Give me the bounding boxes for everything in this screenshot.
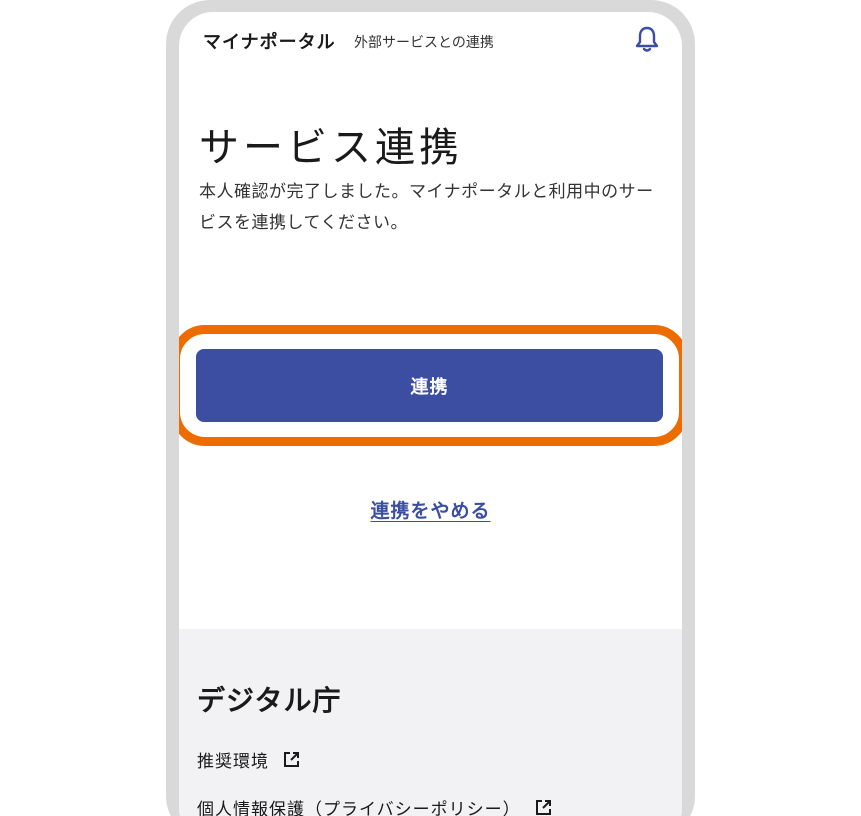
page-title: サービス連携 <box>199 125 463 171</box>
page-description: 本人確認が完了しました。マイナポータルと利用中のサービスを連携してください。 <box>199 182 654 233</box>
footer-link-label[interactable]: 個人情報保護（プライバシーポリシー） <box>197 795 521 816</box>
app-header: マイナポータル 外部サービスとの連携 <box>179 12 682 68</box>
footer-title: デジタル庁 <box>197 684 342 717</box>
phone-screen: マイナポータル 外部サービスとの連携 サービス連携 本人確認が完了しました。マイ… <box>179 12 682 816</box>
footer-link-recommended-environment[interactable]: 推奨環境 <box>197 747 300 772</box>
external-link-icon <box>535 800 551 815</box>
app-title[interactable]: マイナポータル <box>203 28 336 54</box>
external-link-icon <box>284 752 299 767</box>
cancel-link-container: 連携をやめる <box>179 496 682 523</box>
footer-link-privacy-policy[interactable]: 個人情報保護（プライバシーポリシー） <box>197 795 552 816</box>
footer-link-label[interactable]: 推奨環境 <box>197 747 269 772</box>
link-button[interactable]: 連携 <box>196 349 663 422</box>
bell-icon[interactable] <box>634 25 660 53</box>
app-subtitle: 外部サービスとの連携 <box>354 35 494 51</box>
cancel-link[interactable]: 連携をやめる <box>370 500 490 522</box>
footer: デジタル庁 推奨環境 個人情報保護（プライバシーポリシー） <box>179 629 682 816</box>
